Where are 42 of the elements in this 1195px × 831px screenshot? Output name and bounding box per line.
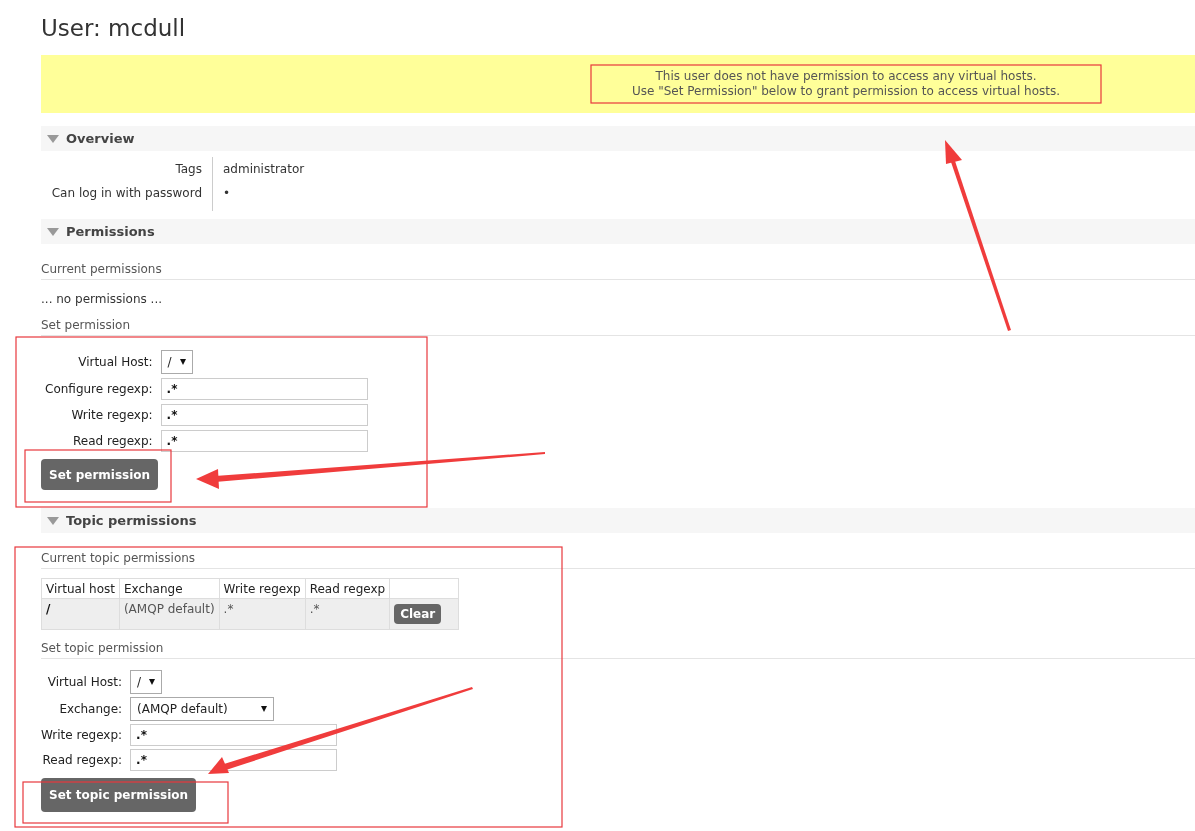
input-field[interactable]: .* (160, 430, 368, 452)
field-label: Read regexp: (42, 752, 123, 768)
set-topic-permission-button[interactable]: Set topic permission (41, 778, 197, 812)
property-label: Can log in with password (51, 185, 202, 202)
input-field[interactable]: .* (160, 404, 368, 426)
column-header: Write regexp (219, 578, 306, 599)
section-header[interactable]: Overview (41, 126, 1195, 151)
column-header: Exchange (119, 578, 220, 599)
field-label: Write regexp: (71, 407, 153, 423)
subsection-heading: Set topic permission (41, 640, 1195, 659)
property-value: • (223, 185, 231, 202)
property-label: Tags (175, 161, 202, 178)
select-field[interactable]: / (160, 350, 193, 374)
subsection-heading: Current permissions (41, 261, 1195, 280)
subsection-heading: Current topic permissions (41, 550, 1195, 569)
section-header[interactable]: Topic permissions (41, 508, 1195, 533)
empty-message: ... no permissions ... (41, 291, 164, 307)
table-cell: .* (305, 598, 390, 630)
section-header[interactable]: Permissions (41, 219, 1195, 244)
warning-text: This user does not have permission to access any virtual hosts. (655, 69, 1037, 84)
input-field[interactable]: .* (160, 378, 368, 400)
field-label: Virtual Host: (78, 354, 153, 370)
field-label: Read regexp: (73, 433, 153, 449)
warning-text: Use "Set Permission" below to grant permission to access virtual hosts. (631, 84, 1061, 99)
page-title: User: mcdull (41, 14, 187, 42)
input-field[interactable]: .* (130, 749, 338, 771)
column-header: Read regexp (305, 578, 390, 599)
field-label: Write regexp: (41, 727, 123, 743)
table-cell: / (41, 598, 120, 630)
column-header: Virtual host (41, 578, 120, 599)
table-cell: .* (219, 598, 306, 630)
subsection-heading: Set permission (41, 317, 1195, 336)
input-field[interactable]: .* (130, 724, 338, 746)
clear-button[interactable]: Clear (394, 604, 442, 624)
table-cell: (AMQP default) (119, 598, 220, 630)
field-label: Configure regexp: (45, 381, 153, 397)
select-field[interactable]: (AMQP default) (130, 697, 275, 721)
field-label: Exchange: (59, 701, 123, 717)
field-label: Virtual Host: (47, 674, 123, 690)
set-permission-button[interactable]: Set permission (41, 459, 159, 490)
property-value: administrator (223, 161, 305, 178)
select-field[interactable]: / (130, 670, 163, 694)
